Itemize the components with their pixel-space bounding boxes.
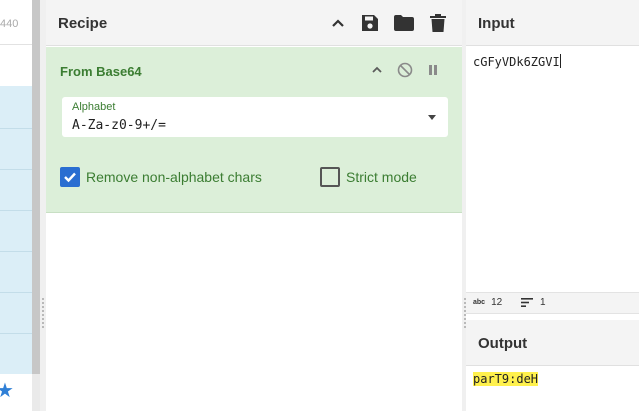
checkbox-unchecked-icon[interactable] [320,167,340,187]
alphabet-select[interactable]: Alphabet A-Za-z0-9+/= [62,97,448,137]
input-title: Input [478,15,515,32]
save-icon[interactable] [358,12,382,34]
alphabet-value: A-Za-z0-9+/= [72,118,166,133]
list-divider [0,169,34,170]
abc-icon: abc [473,299,486,306]
io-panel: Input cGFyVDk6ZGVI abc 12 1 Output parT9… [466,0,639,411]
checkbox-label: Remove non-alphabet chars [86,169,262,185]
line-count: 1 [521,297,546,308]
operation-title: From Base64 [60,64,142,79]
input-text: cGFyVDk6ZGVI [473,55,560,69]
list-divider [0,251,34,252]
divider [0,44,34,45]
list-divider [0,292,34,293]
text-cursor [559,54,561,68]
chevron-up-icon[interactable] [368,61,386,79]
operations-scrollbar-thumb[interactable] [32,0,40,374]
output-title: Output [478,335,528,352]
alphabet-label: Alphabet [72,101,116,113]
list-divider [0,128,34,129]
recipe-panel: Recipe From Base64 Alphabet A-Za-z0-9+/=… [46,0,462,411]
char-count: abc 12 [473,297,502,308]
dropdown-caret-icon[interactable] [428,115,436,120]
checkbox-checked-icon[interactable] [60,167,80,187]
lines-icon [521,298,533,307]
input-header: Input [466,0,639,46]
trash-icon[interactable] [426,12,450,34]
recipe-header: Recipe [46,0,462,46]
pause-icon[interactable] [424,61,442,79]
char-count-value: 12 [491,297,503,308]
strict-mode-checkbox[interactable]: Strict mode [320,166,417,188]
checkbox-label: Strict mode [346,169,417,185]
remove-non-alphabet-checkbox[interactable]: Remove non-alphabet chars [60,166,262,188]
app-window: 440 ★ Recipe From Base64 Alphabet A-Za-z… [0,0,639,411]
input-textarea[interactable]: cGFyVDk6ZGVI [473,54,561,69]
gutter-grip [42,298,44,330]
output-textarea[interactable]: parT9:deH [473,372,539,386]
operation-from-base64[interactable]: From Base64 Alphabet A-Za-z0-9+/= Remove… [46,47,462,213]
disable-icon[interactable] [396,61,414,79]
output-text: parT9:deH [473,372,539,386]
operations-count: 440 [0,18,19,30]
line-count-value: 1 [540,297,546,308]
list-divider [0,210,34,211]
operations-panel: 440 ★ [0,0,34,411]
operations-list[interactable] [0,86,34,374]
recipe-title: Recipe [58,15,108,32]
input-status-bar: abc 12 1 [466,292,639,314]
folder-icon[interactable] [392,12,416,34]
star-icon[interactable]: ★ [0,381,14,401]
list-divider [0,333,34,334]
chevron-up-icon[interactable] [326,12,350,34]
output-header: Output [466,320,639,366]
